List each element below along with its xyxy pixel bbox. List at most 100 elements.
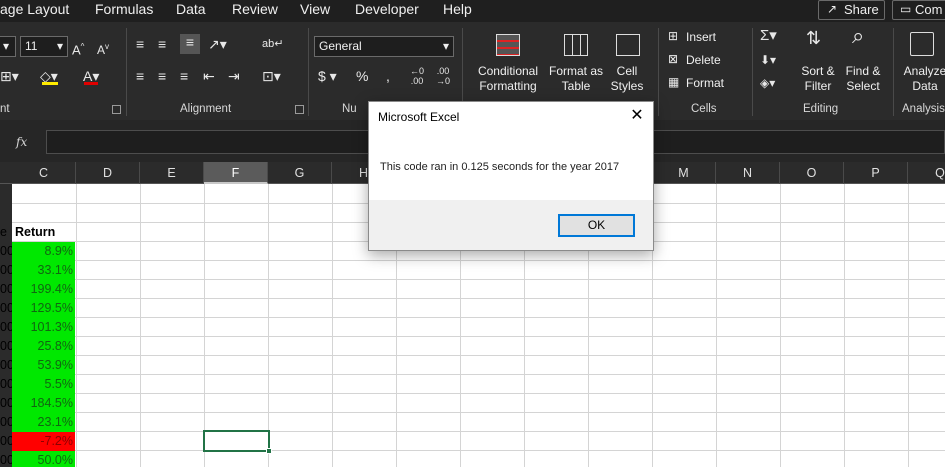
column-b-cell[interactable]: 00 [0,261,14,280]
align-bottom-icon[interactable]: ≡ [180,34,200,54]
column-b-cell[interactable]: 00 [0,432,14,451]
find-select-label: Find & [845,64,881,78]
dialog-titlebar[interactable]: Microsoft Excel ✕ [369,102,653,132]
column-header-f[interactable]: F [204,162,268,184]
column-b-cell[interactable]: 00 [0,299,14,318]
return-cell[interactable]: -7.2% [12,432,75,451]
shrink-font-icon[interactable]: Av [97,39,109,58]
font-dialog-launcher[interactable] [112,105,121,114]
column-header-o[interactable]: O [780,162,844,184]
align-right-icon[interactable]: ≡ [180,68,188,84]
column-b-cell[interactable]: 00 [0,413,14,432]
return-cell[interactable]: 199.4% [12,280,75,299]
delete-cells-button[interactable]: ⊠ Delete [668,51,748,69]
analyze-data-button[interactable]: Analyze Data [898,28,945,98]
menu-view[interactable]: View [300,0,330,18]
menu-developer[interactable]: Developer [355,0,419,18]
column-b-cell[interactable]: 00 [0,356,14,375]
alignment-dialog-launcher[interactable] [295,105,304,114]
wrap-text-icon[interactable]: ab↵ [262,36,283,52]
decrease-indent-icon[interactable]: ⇤ [203,68,215,84]
sort-filter-button[interactable]: ⇅ Sort & Filter [796,28,840,98]
return-cell[interactable]: 101.3% [12,318,75,337]
gridline-vertical [780,184,781,467]
menu-formulas[interactable]: Formulas [95,0,153,18]
sort-filter-icon: ⇅ [806,28,822,48]
currency-icon[interactable]: $ ▾ [318,68,337,84]
column-header-g[interactable]: G [268,162,332,184]
cell-styles-label: Cell [616,64,638,78]
return-cell[interactable]: 33.1% [12,261,75,280]
sort-filter-label-2: Filter [804,79,832,93]
return-cell[interactable]: 50.0% [12,451,75,467]
number-group-label: Nu [342,103,357,115]
increase-decimal-icon[interactable]: ←0.00 [410,66,424,86]
column-header-e[interactable]: E [140,162,204,184]
format-as-table-label: Format as [548,64,603,78]
number-format-dropdown[interactable]: General ▾ [314,36,454,57]
share-button[interactable]: ↗ Share [818,0,885,20]
return-cell[interactable]: 184.5% [12,394,75,413]
column-b-cell[interactable]: 00 [0,375,14,394]
column-header-d[interactable]: D [76,162,140,184]
column-b-cell[interactable]: 00 [0,318,14,337]
menu-help[interactable]: Help [443,0,472,18]
conditional-formatting-button[interactable]: Conditional Formatting [470,28,546,98]
gridline-vertical [140,184,141,467]
return-cell[interactable]: 129.5% [12,299,75,318]
font-size-dropdown[interactable]: 11 ▾ [20,36,68,57]
merge-center-icon[interactable]: ⊡▾ [262,68,281,84]
column-c-header-cell[interactable]: Return [15,223,55,242]
insert-function-icon[interactable]: fx [16,135,27,149]
fill-handle[interactable] [266,448,272,454]
column-header-p[interactable]: P [844,162,908,184]
column-header-n[interactable]: N [716,162,780,184]
column-header-m[interactable]: M [652,162,716,184]
align-middle-icon[interactable]: ≡ [158,36,166,52]
return-cell[interactable]: 25.8% [12,337,75,356]
find-select-button[interactable]: ⌕ Find & Select [840,25,886,98]
column-b-cell[interactable]: 00 [0,280,14,299]
clear-icon[interactable]: ◈▾ [760,75,775,91]
return-cell[interactable]: 5.5% [12,375,75,394]
column-header-q[interactable]: Q [908,162,945,184]
menu-review[interactable]: Review [232,0,278,18]
return-cell[interactable]: 8.9% [12,242,75,261]
column-b-cell[interactable]: 00 [0,242,14,261]
cells-group-label: Cells [691,103,717,115]
orientation-icon[interactable]: ↗▾ [208,36,227,52]
dialog-title: Microsoft Excel [378,110,460,124]
column-header-c[interactable]: C [12,162,76,184]
align-left-icon[interactable]: ≡ [136,68,144,84]
comments-button[interactable]: ▭ Com [892,0,945,20]
column-b-cell[interactable]: 00 [0,451,14,467]
font-name-dropdown[interactable]: ▾ [0,36,16,57]
return-cell[interactable]: 53.9% [12,356,75,375]
close-icon[interactable]: ✕ [627,106,647,126]
active-cell-selection[interactable] [203,430,270,452]
return-cell[interactable]: 23.1% [12,413,75,432]
column-b-cell[interactable]: 00 [0,394,14,413]
gridline-horizontal [12,336,945,337]
fill-icon[interactable]: ⬇▾ [760,52,776,68]
comma-style-icon[interactable]: , [386,68,390,84]
borders-icon[interactable]: ⊞▾ [0,68,19,84]
format-cells-button[interactable]: ▦ Format [668,74,748,92]
format-as-table-button[interactable]: Format as Table [546,28,606,98]
percent-icon[interactable]: % [356,68,368,84]
increase-indent-icon[interactable]: ⇥ [228,68,240,84]
ok-button[interactable]: OK [558,214,635,237]
column-b-cell[interactable]: 00 [0,337,14,356]
menu-page-layout[interactable]: age Layout [0,0,69,18]
autosum-icon[interactable]: Σ▾ [760,28,777,44]
share-label: Share [844,2,879,17]
grow-font-icon[interactable]: A^ [72,39,84,58]
align-center-icon[interactable]: ≡ [158,68,166,84]
insert-cells-button[interactable]: ⊞ Insert [668,28,748,46]
cell-styles-button[interactable]: Cell Styles [604,28,650,98]
align-top-icon[interactable]: ≡ [136,36,144,52]
analyze-data-label-2: Data [912,79,938,93]
menu-data[interactable]: Data [176,0,206,18]
column-b-header-cell[interactable]: e [0,223,12,242]
decrease-decimal-icon[interactable]: .00 →0 [436,66,450,86]
